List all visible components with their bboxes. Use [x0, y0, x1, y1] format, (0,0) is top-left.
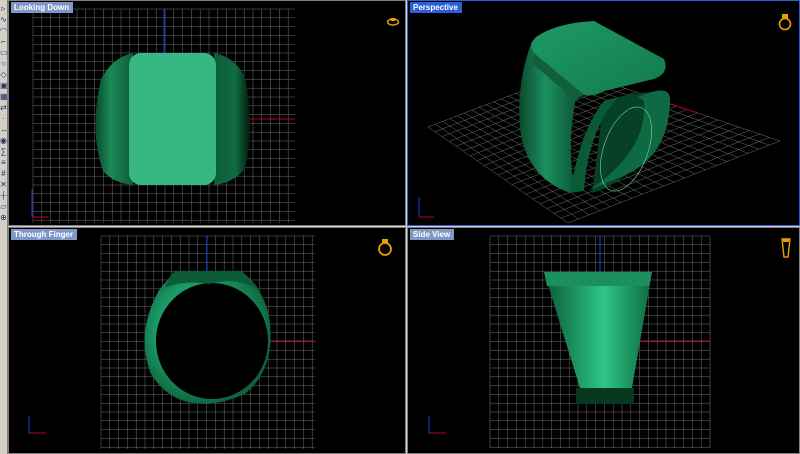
render-tool-icon[interactable]: ◉: [0, 136, 7, 145]
viewport-label[interactable]: Side View: [410, 229, 455, 240]
perspective-canvas[interactable]: [408, 1, 800, 226]
snap-tool-icon[interactable]: ✕: [0, 180, 7, 189]
viewport-looking-down[interactable]: Looking Down: [8, 0, 406, 226]
axis-indicator-icon: [31, 189, 49, 218]
ortho-tool-icon[interactable]: ┼: [0, 191, 7, 200]
axis-indicator-icon: [428, 416, 446, 434]
front-view-canvas[interactable]: [9, 228, 406, 454]
curve-tool-icon[interactable]: ∿: [0, 15, 7, 24]
ring-view-icon[interactable]: [780, 236, 792, 260]
ring-model[interactable]: [519, 21, 670, 198]
layer-tool-icon[interactable]: ≡: [0, 158, 7, 167]
ring-model[interactable]: [144, 271, 271, 404]
arc-tool-icon[interactable]: ◠: [0, 26, 7, 35]
axis-indicator-icon: [28, 416, 46, 434]
ring-view-icon[interactable]: [386, 14, 400, 28]
mesh-tool-icon[interactable]: ▦: [0, 92, 7, 101]
dimension-tool-icon[interactable]: ↔: [0, 125, 7, 134]
viewport-through-finger[interactable]: Through Finger: [8, 227, 406, 454]
viewport-side-view[interactable]: Side View: [407, 227, 800, 454]
ring-view-icon[interactable]: [778, 10, 792, 32]
polyline-tool-icon[interactable]: ⌐: [0, 37, 7, 46]
circle-tool-icon[interactable]: ○: [0, 59, 7, 68]
planar-tool-icon[interactable]: ▱: [0, 202, 7, 211]
point-tool-icon[interactable]: ·: [0, 114, 7, 123]
grid-tool-icon[interactable]: #: [0, 169, 7, 178]
zoom-tool-icon[interactable]: ⊕: [0, 213, 7, 222]
viewport-label[interactable]: Looking Down: [11, 2, 74, 13]
side-view-canvas[interactable]: [408, 228, 800, 454]
axis-indicator-icon: [418, 197, 434, 218]
solid-tool-icon[interactable]: ▣: [0, 81, 7, 90]
transform-tool-icon[interactable]: ⇄: [0, 103, 7, 112]
ring-view-icon[interactable]: [377, 236, 393, 258]
left-toolbar: ▹ ∿ ◠ ⌐ ▭ ○ ◇ ▣ ▦ ⇄ · ↔ ◉ ∑ ≡ # ✕ ┼ ▱ ⊕: [0, 0, 8, 454]
ring-model[interactable]: [95, 53, 250, 185]
analyze-tool-icon[interactable]: ∑: [0, 147, 7, 156]
surface-tool-icon[interactable]: ◇: [0, 70, 7, 79]
viewport-perspective[interactable]: Perspective: [407, 0, 800, 226]
viewport-label[interactable]: Through Finger: [11, 229, 78, 240]
top-view-canvas[interactable]: [9, 1, 406, 226]
select-tool-icon[interactable]: ▹: [0, 4, 7, 13]
rectangle-tool-icon[interactable]: ▭: [0, 48, 7, 57]
viewport-label[interactable]: Perspective: [410, 2, 462, 13]
